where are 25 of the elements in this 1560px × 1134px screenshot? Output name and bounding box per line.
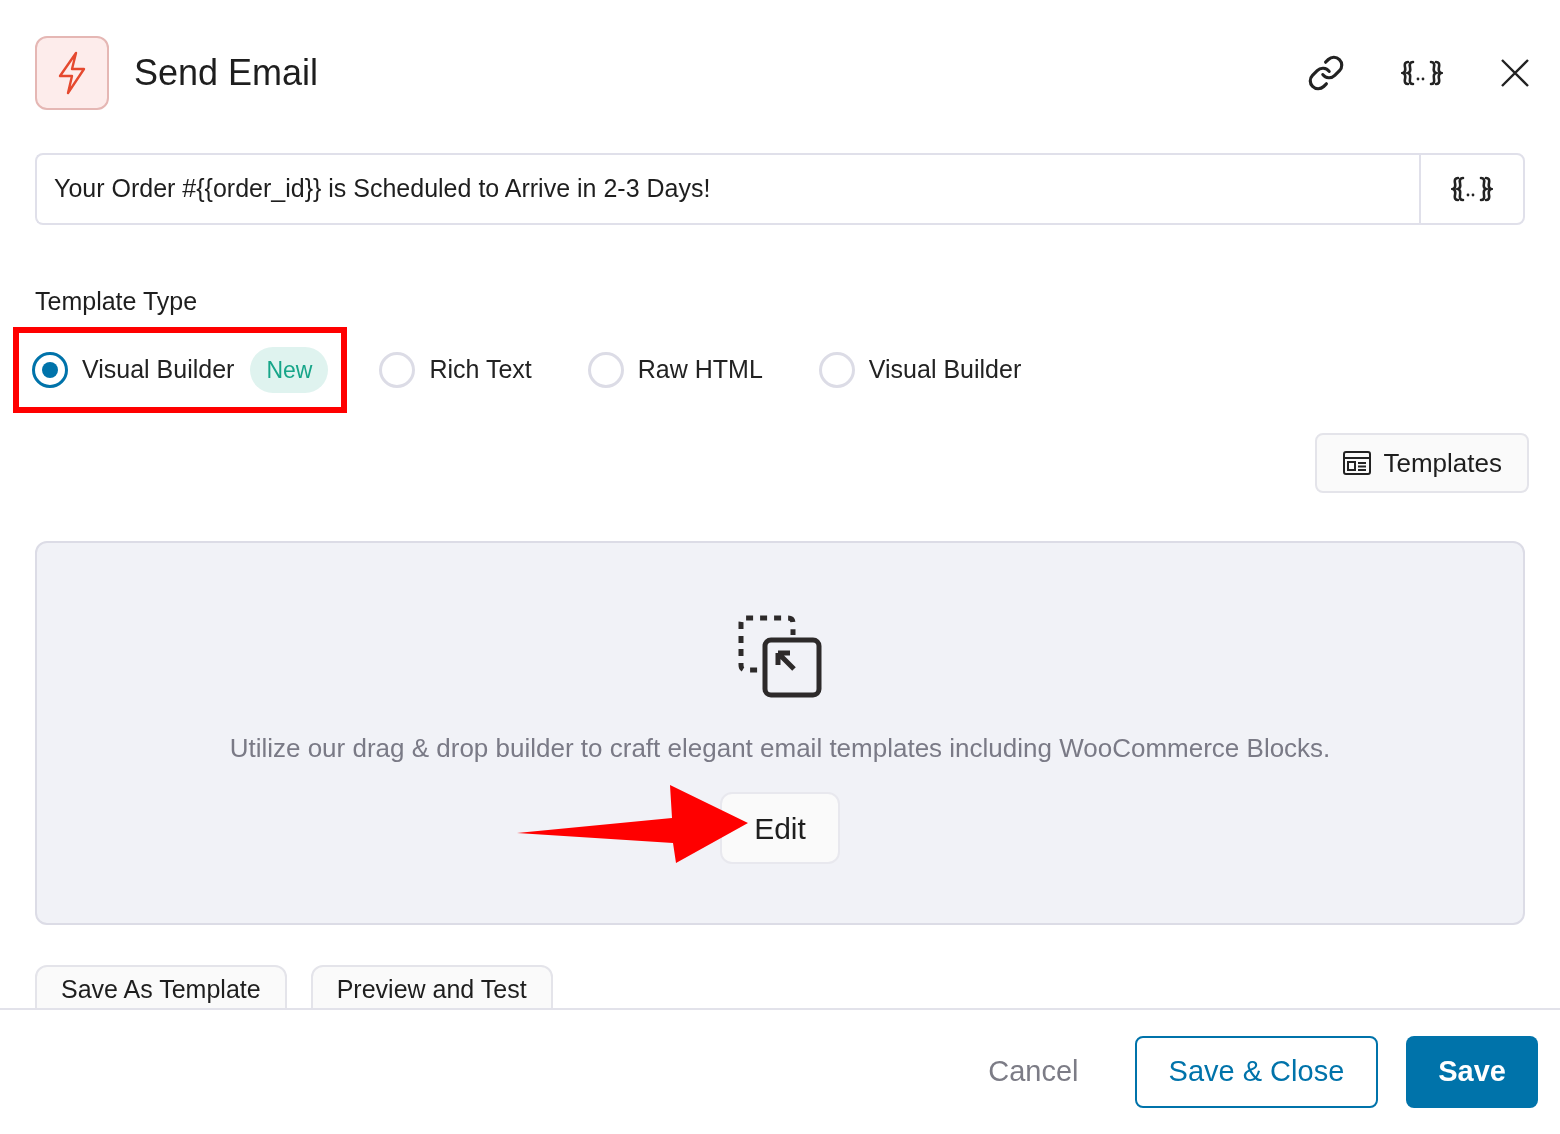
radio-button[interactable] — [32, 351, 68, 388]
close-icon — [1499, 57, 1531, 89]
templates-button[interactable]: Templates — [1314, 433, 1529, 493]
merge-tags-button[interactable] — [1419, 153, 1525, 225]
drag-drop-icon — [738, 615, 822, 699]
merge-tags-icon — [1451, 176, 1493, 202]
link-icon — [1307, 54, 1345, 92]
template-type-radio[interactable]: Raw HTML — [587, 351, 763, 389]
new-badge: New — [250, 346, 329, 393]
template-icon — [1341, 450, 1372, 476]
template-type-radio[interactable]: Visual Builder — [32, 351, 235, 389]
save-button[interactable]: Save — [1406, 1036, 1538, 1108]
secondary-button[interactable]: Save As Template — [35, 965, 287, 1008]
template-type-radio[interactable]: Rich Text — [379, 351, 532, 389]
dialog-title: Send Email — [134, 51, 319, 95]
cancel-button[interactable]: Cancel — [960, 1036, 1107, 1108]
subject-field[interactable]: Your Order #{{order_id}} is Scheduled to Arrive in 2-3 Days! — [35, 153, 1419, 225]
template-type-radio[interactable]: Visual Builder — [818, 351, 1022, 389]
template-type-label: Template Type — [35, 286, 199, 317]
secondary-button[interactable]: Preview and Test — [310, 965, 553, 1008]
merge-tags-icon — [1401, 60, 1443, 86]
lightning-icon — [57, 51, 87, 95]
builder-description: Utilize our drag & drop builder to craft elegant email templates including WooCommerce Blocks. — [229, 732, 1331, 765]
edit-button[interactable]: Edit — [720, 792, 840, 864]
save-and-close-button[interactable]: Save & Close — [1134, 1036, 1379, 1108]
